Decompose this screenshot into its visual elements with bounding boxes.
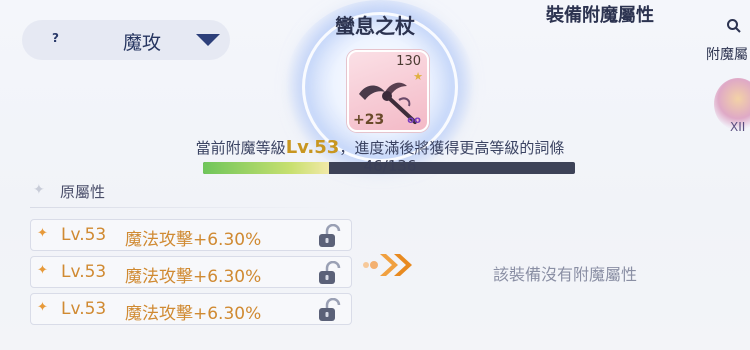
help-icon[interactable]: ? bbox=[52, 31, 59, 45]
attribute-row[interactable]: ✦ Lv.53 魔法攻擊+6.30% bbox=[30, 256, 352, 288]
attribute-level: Lv.53 bbox=[61, 225, 107, 245]
attribute-level: Lv.53 bbox=[61, 299, 107, 319]
item-card[interactable]: 130 ★ +23 oo bbox=[347, 50, 429, 132]
item-name: 蠻息之杖 bbox=[335, 14, 415, 38]
enchant-level-suffix: ，進度滿後將獲得更高等級的詞條 bbox=[339, 139, 565, 157]
section-divider bbox=[30, 207, 330, 208]
bullet-icon: ✦ bbox=[37, 263, 48, 278]
enchant-level-text: 當前附魔等級Lv.53，進度滿後將獲得更高等級的詞條 bbox=[160, 137, 600, 158]
enchant-progress-text: 46/136 bbox=[363, 157, 417, 175]
emblem-label: XII bbox=[730, 120, 746, 134]
side-tab-label[interactable]: 附魔屬 bbox=[706, 44, 748, 64]
enchant-level-value: Lv.53 bbox=[285, 137, 340, 158]
attribute-text: 魔法攻擊+6.30% bbox=[125, 304, 262, 324]
attribute-row[interactable]: ✦ Lv.53 魔法攻擊+6.30% bbox=[30, 219, 352, 251]
lock-icon[interactable] bbox=[315, 298, 345, 322]
sparkle-icon: ✦ bbox=[33, 182, 45, 198]
attribute-text: 魔法攻擊+6.30% bbox=[125, 230, 262, 250]
attribute-level: Lv.53 bbox=[61, 262, 107, 282]
lock-icon[interactable] bbox=[315, 261, 345, 285]
attribute-dropdown[interactable]: ? 魔攻 bbox=[22, 20, 230, 60]
star-icon: ★ bbox=[413, 70, 423, 83]
item-level-badge: 130 bbox=[396, 54, 421, 69]
dropdown-selected-value: 魔攻 bbox=[122, 32, 161, 54]
double-arrow-icon bbox=[363, 254, 412, 276]
attribute-text: 魔法攻擊+6.30% bbox=[125, 267, 262, 287]
item-tag-icon: oo bbox=[407, 115, 421, 126]
chevron-down-icon[interactable] bbox=[196, 34, 220, 46]
no-enchant-message: 該裝備沒有附魔屬性 bbox=[492, 265, 637, 284]
item-refine-level: +23 bbox=[353, 112, 385, 128]
bullet-icon: ✦ bbox=[37, 300, 48, 315]
enchant-progress-fill bbox=[203, 162, 329, 174]
original-attributes-label: 原屬性 bbox=[60, 183, 106, 201]
lock-icon[interactable] bbox=[315, 224, 345, 248]
enchant-level-prefix: 當前附魔等級 bbox=[195, 139, 286, 157]
search-icon[interactable] bbox=[726, 18, 742, 34]
bullet-icon: ✦ bbox=[37, 226, 48, 241]
panel-title: 裝備附魔屬性 bbox=[546, 5, 654, 26]
attribute-row[interactable]: ✦ Lv.53 魔法攻擊+6.30% bbox=[30, 293, 352, 325]
